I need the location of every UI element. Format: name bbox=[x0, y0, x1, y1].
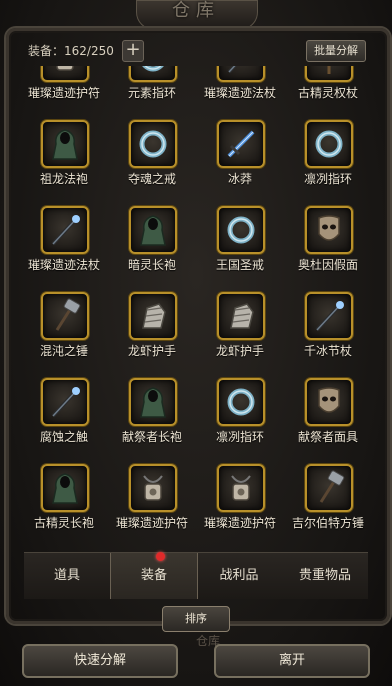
item-name: 龙虾护手 bbox=[127, 344, 176, 358]
item-cell[interactable]: 璀璨遗迹护符 bbox=[196, 452, 284, 538]
item-cell[interactable]: 王国圣戒 bbox=[196, 194, 284, 280]
tab-valuables[interactable]: 贵重物品 bbox=[282, 553, 368, 599]
item-slot[interactable] bbox=[41, 120, 89, 168]
item-slot[interactable] bbox=[41, 378, 89, 426]
item-slot[interactable] bbox=[129, 378, 177, 426]
item-slot[interactable] bbox=[305, 120, 353, 168]
item-name: 王国圣戒 bbox=[215, 258, 264, 272]
item-cell[interactable]: 古精灵权杖 bbox=[284, 66, 372, 108]
item-cell[interactable]: 凛冽指环 bbox=[196, 366, 284, 452]
item-name: 古精灵权杖 bbox=[297, 86, 358, 100]
item-slot[interactable] bbox=[305, 206, 353, 254]
item-cell[interactable]: 腐蚀之触 bbox=[20, 366, 108, 452]
item-cell[interactable]: 夺魂之戒 bbox=[108, 108, 196, 194]
item-cell[interactable]: 元素指环 bbox=[108, 66, 196, 108]
item-cell[interactable]: 璀璨遗迹护符 bbox=[108, 452, 196, 538]
item-slot[interactable] bbox=[217, 378, 265, 426]
item-slot[interactable] bbox=[129, 66, 177, 82]
item-name: 凛冽指环 bbox=[303, 172, 352, 186]
item-name: 暗灵长袍 bbox=[127, 258, 176, 272]
item-slot[interactable] bbox=[305, 66, 353, 82]
item-grid-viewport[interactable]: 璀璨遗迹护符 元素指环 璀璨遗迹法杖 古精灵权杖 祖龙法袍 夺魂之戒 冰莽 凛冽指环 璀璨遗迹法… bbox=[20, 66, 372, 538]
item-slot[interactable] bbox=[129, 292, 177, 340]
item-cell[interactable]: 璀璨遗迹法杖 bbox=[196, 66, 284, 108]
item-name: 混沌之锤 bbox=[39, 344, 88, 358]
bulk-dismantle-button[interactable]: 批量分解 bbox=[306, 40, 366, 62]
item-slot[interactable] bbox=[217, 66, 265, 82]
item-name: 璀璨遗迹法杖 bbox=[27, 258, 100, 272]
item-name: 腐蚀之触 bbox=[39, 430, 88, 444]
item-cell[interactable]: 凛冽指环 bbox=[284, 108, 372, 194]
item-name: 古精灵长袍 bbox=[33, 516, 94, 530]
item-name: 吉尔伯特方锤 bbox=[291, 516, 364, 530]
item-name: 夺魂之戒 bbox=[127, 172, 176, 186]
item-name: 璀璨遗迹护符 bbox=[203, 516, 276, 530]
leave-button[interactable]: 离开 bbox=[214, 644, 370, 678]
window-title: 仓库 bbox=[172, 0, 220, 21]
item-slot[interactable] bbox=[305, 464, 353, 512]
item-slot[interactable] bbox=[41, 66, 89, 82]
item-name: 元素指环 bbox=[127, 86, 176, 100]
item-name: 奥杜因假面 bbox=[297, 258, 358, 272]
item-slot[interactable] bbox=[129, 120, 177, 168]
item-slot[interactable] bbox=[129, 206, 177, 254]
item-name: 璀璨遗迹法杖 bbox=[203, 86, 276, 100]
category-tabs: 道具 装备 战利品 贵重物品 bbox=[24, 552, 368, 599]
item-slot[interactable] bbox=[129, 464, 177, 512]
item-cell[interactable]: 献祭者面具 bbox=[284, 366, 372, 452]
item-cell[interactable]: 冰莽 bbox=[196, 108, 284, 194]
item-slot[interactable] bbox=[217, 206, 265, 254]
capacity-label: 装备：162/250 bbox=[28, 44, 114, 58]
expand-capacity-button[interactable]: + bbox=[122, 40, 144, 62]
item-name: 千冰节杖 bbox=[303, 344, 352, 358]
item-cell[interactable]: 混沌之锤 bbox=[20, 280, 108, 366]
item-cell[interactable]: 祖龙法袍 bbox=[20, 108, 108, 194]
item-name: 璀璨遗迹护符 bbox=[27, 86, 100, 100]
item-cell[interactable]: 璀璨遗迹护符 bbox=[20, 66, 108, 108]
notification-badge bbox=[156, 552, 165, 561]
item-cell[interactable]: 璀璨遗迹法杖 bbox=[20, 194, 108, 280]
item-name: 冰莽 bbox=[227, 172, 252, 186]
item-name: 祖龙法袍 bbox=[39, 172, 88, 186]
item-cell[interactable]: 暗灵长袍 bbox=[108, 194, 196, 280]
quick-dismantle-button[interactable]: 快速分解 bbox=[22, 644, 178, 678]
item-name: 凛冽指环 bbox=[215, 430, 264, 444]
item-name: 龙虾护手 bbox=[215, 344, 264, 358]
tab-equipment[interactable]: 装备 bbox=[110, 553, 198, 599]
tab-loot[interactable]: 战利品 bbox=[196, 553, 282, 599]
tab-items[interactable]: 道具 bbox=[24, 553, 110, 599]
item-cell[interactable]: 龙虾护手 bbox=[196, 280, 284, 366]
item-cell[interactable]: 古精灵长袍 bbox=[20, 452, 108, 538]
inventory-header: 装备：162/250 + 批量分解 bbox=[24, 40, 366, 62]
plus-icon: + bbox=[125, 39, 141, 60]
item-cell[interactable]: 吉尔伯特方锤 bbox=[284, 452, 372, 538]
item-slot[interactable] bbox=[41, 206, 89, 254]
item-cell[interactable]: 千冰节杖 bbox=[284, 280, 372, 366]
sort-button[interactable]: 排序 bbox=[162, 606, 230, 632]
item-slot[interactable] bbox=[217, 292, 265, 340]
item-cell[interactable]: 龙虾护手 bbox=[108, 280, 196, 366]
item-cell[interactable]: 献祭者长袍 bbox=[108, 366, 196, 452]
item-name: 献祭者长袍 bbox=[121, 430, 182, 444]
item-slot[interactable] bbox=[305, 292, 353, 340]
item-slot[interactable] bbox=[41, 464, 89, 512]
inventory-window: 仓库 装备：162/250 + 批量分解 璀璨遗迹护符 元素指环 璀璨遗迹法杖 古精灵… bbox=[0, 0, 392, 686]
item-cell[interactable]: 奥杜因假面 bbox=[284, 194, 372, 280]
item-slot[interactable] bbox=[305, 378, 353, 426]
item-name: 献祭者面具 bbox=[297, 430, 358, 444]
item-slot[interactable] bbox=[217, 464, 265, 512]
item-name: 璀璨遗迹护符 bbox=[115, 516, 188, 530]
item-slot[interactable] bbox=[41, 292, 89, 340]
item-slot[interactable] bbox=[217, 120, 265, 168]
